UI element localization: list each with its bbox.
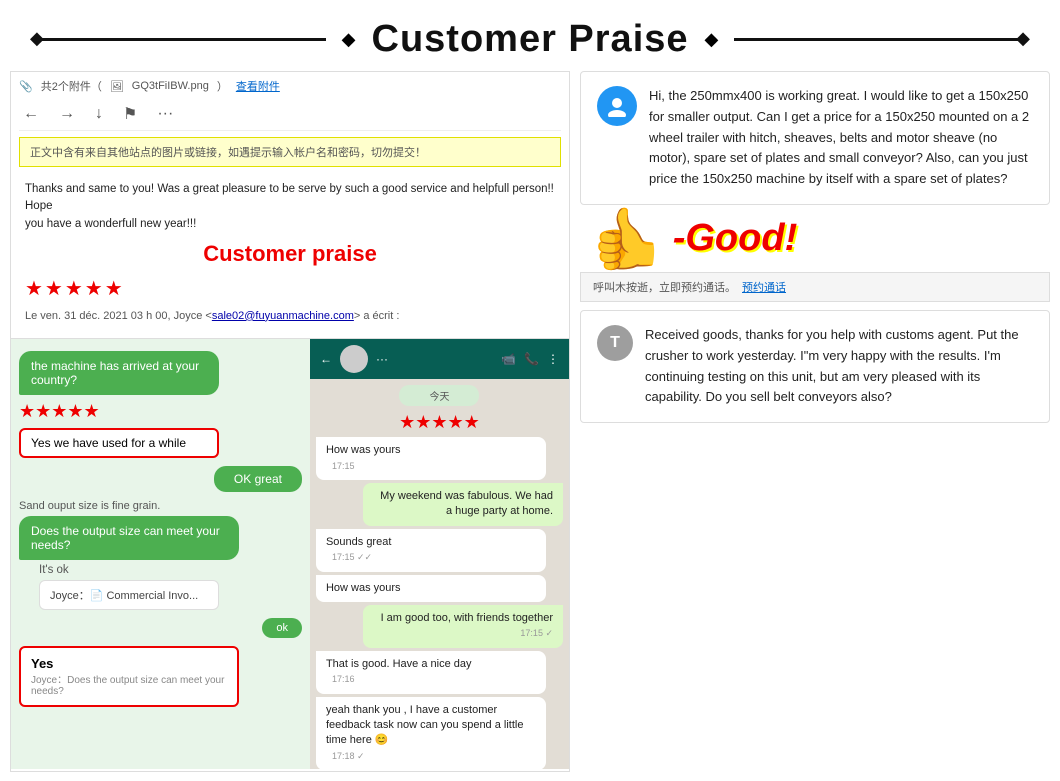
main-content: 📎 共2个附件（ 🖼 GQ3tFiIBW.png ） 查看附件 ← → ↓ ⚑ … <box>0 71 1060 772</box>
email-attachment-bar: 📎 共2个附件（ 🖼 GQ3tFiIBW.png ） 查看附件 <box>19 78 561 94</box>
email-stars: ★★★★★ <box>25 274 555 304</box>
diamond-right-icon: ◆ <box>705 29 719 50</box>
received-avatar: T <box>597 325 633 361</box>
received-card: T Received goods, thanks for you help wi… <box>580 310 1050 423</box>
chat-highlighted-yes: Yes Joyce：Does the output size can meet … <box>19 646 239 707</box>
inquiry-text: Hi, the 250mmx400 is working great. I wo… <box>649 86 1033 190</box>
page-title: Customer Praise <box>372 18 689 61</box>
customer-praise-label: Customer praise <box>25 237 555 270</box>
wa-more-icon[interactable]: ⋮ <box>547 352 559 366</box>
inquiry-card: Hi, the 250mmx400 is working great. I wo… <box>580 71 1050 205</box>
chat-ok-button: ok <box>262 618 302 638</box>
good-label: -Good! <box>673 217 798 260</box>
wa-bubble-weekend: My weekend was fabulous. We had a huge p… <box>363 483 563 526</box>
email-body-line2: you have a wonderfull new year!!! <box>25 216 555 233</box>
good-decoration: 👍 -Good! <box>580 203 1050 274</box>
wa-bubble-friends: I am good too, with friends together 17:… <box>363 605 563 648</box>
chat-bubble-output-size: Does the output size can meet your needs… <box>19 516 239 560</box>
header-left-line <box>40 38 326 41</box>
nav-down-button[interactable]: ↓ <box>91 103 107 125</box>
wechat-text: 呼叫木按逝，立即预约通话。 <box>593 279 736 295</box>
email-link[interactable]: sale02@fuyuanmachine.com <box>212 310 354 322</box>
header-right-line <box>734 38 1020 41</box>
page-header: ◆ Customer Praise ◆ <box>0 0 1060 71</box>
nav-back-button[interactable]: ← <box>19 103 43 125</box>
received-text: Received goods, thanks for you help with… <box>645 325 1033 408</box>
wechat-schedule-link[interactable]: 预约通话 <box>742 279 786 295</box>
wa-stars: ★★★★★ <box>310 412 569 433</box>
wa-bubble-how-was-yours2: How was yours <box>316 575 546 602</box>
wa-header: ← ··· 📹 📞 ⋮ <box>310 339 569 379</box>
wa-video-icon[interactable]: 📹 <box>501 352 516 366</box>
wa-contact-name: ··· <box>376 352 493 366</box>
wa-time-bar: 今天 <box>399 385 479 406</box>
email-section: 📎 共2个附件（ 🖼 GQ3tFiIBW.png ） 查看附件 ← → ↓ ⚑ … <box>11 72 569 339</box>
chat-section: the machine has arrived at your country?… <box>11 339 569 769</box>
wa-bubble-nice-day: That is good. Have a nice day 17:16 <box>316 651 546 694</box>
diamond-left-icon: ◆ <box>342 29 356 50</box>
wa-avatar <box>340 345 368 373</box>
chat-it-ok: It's ok <box>39 564 302 576</box>
wa-bubble-how-was-yours: How was yours 17:15 <box>316 437 546 480</box>
nav-flag-button[interactable]: ⚑ <box>119 102 141 126</box>
chat-yes-text: Yes <box>31 656 227 671</box>
chat-stars: ★★★★★ <box>19 401 302 422</box>
inquiry-avatar <box>597 86 637 126</box>
email-nav-bar: ← → ↓ ⚑ ··· <box>19 98 561 131</box>
view-attachments-link[interactable]: 查看附件 <box>236 78 280 94</box>
thumbs-up-icon: 👍 <box>590 203 665 274</box>
left-panel: 📎 共2个附件（ 🖼 GQ3tFiIBW.png ） 查看附件 ← → ↓ ⚑ … <box>10 71 570 772</box>
wa-call-icon[interactable]: 📞 <box>524 352 539 366</box>
chat-bubble-used-for-while: Yes we have used for a while <box>19 428 219 458</box>
wechat-contact-bar: 呼叫木按逝，立即预约通话。 预约通话 <box>580 272 1050 302</box>
chat-file-label: Joyce：📄 Commercial Invo... <box>39 580 219 610</box>
attachment-label: 共2个附件（ <box>41 78 102 94</box>
chat-yes-subtext: Joyce：Does the output size can meet your… <box>31 671 227 697</box>
email-warning: 正文中含有来自其他站点的图片或链接，如遇提示输入帐户名和密码，切勿提交！ <box>19 137 561 167</box>
email-body-line1: Thanks and same to you! Was a great plea… <box>25 181 555 216</box>
wa-bubble-sounds-great: Sounds great 17:15 ✓✓ <box>316 529 546 572</box>
wa-back-icon[interactable]: ← <box>320 352 332 366</box>
paperclip-icon: 📎 <box>19 80 33 93</box>
attachment-icon: 🖼 <box>110 80 124 93</box>
attachment-suffix: ） <box>217 78 228 94</box>
chat-bubble-machine-arrived: the machine has arrived at your country? <box>19 351 219 395</box>
attachment-filename: GQ3tFiIBW.png <box>132 80 209 92</box>
email-from: Le ven. 31 déc. 2021 03 h 00, Joyce <sal… <box>25 308 555 325</box>
email-body: Thanks and same to you! Was a great plea… <box>19 173 561 332</box>
wa-bubble-feedback-task: yeah thank you , I have a customer feedb… <box>316 697 546 770</box>
chat-right-whatsapp: ← ··· 📹 📞 ⋮ 今天 ★★★★★ How was yours 17:15… <box>310 339 569 769</box>
chat-bubble-ok-great: OK great <box>214 466 302 492</box>
nav-forward-button[interactable]: → <box>55 103 79 125</box>
chat-left: the machine has arrived at your country?… <box>11 339 310 769</box>
nav-more-button[interactable]: ··· <box>153 103 177 125</box>
chat-plain-sand: Sand ouput size is fine grain. <box>19 500 302 512</box>
right-panel: Hi, the 250mmx400 is working great. I wo… <box>580 71 1050 772</box>
